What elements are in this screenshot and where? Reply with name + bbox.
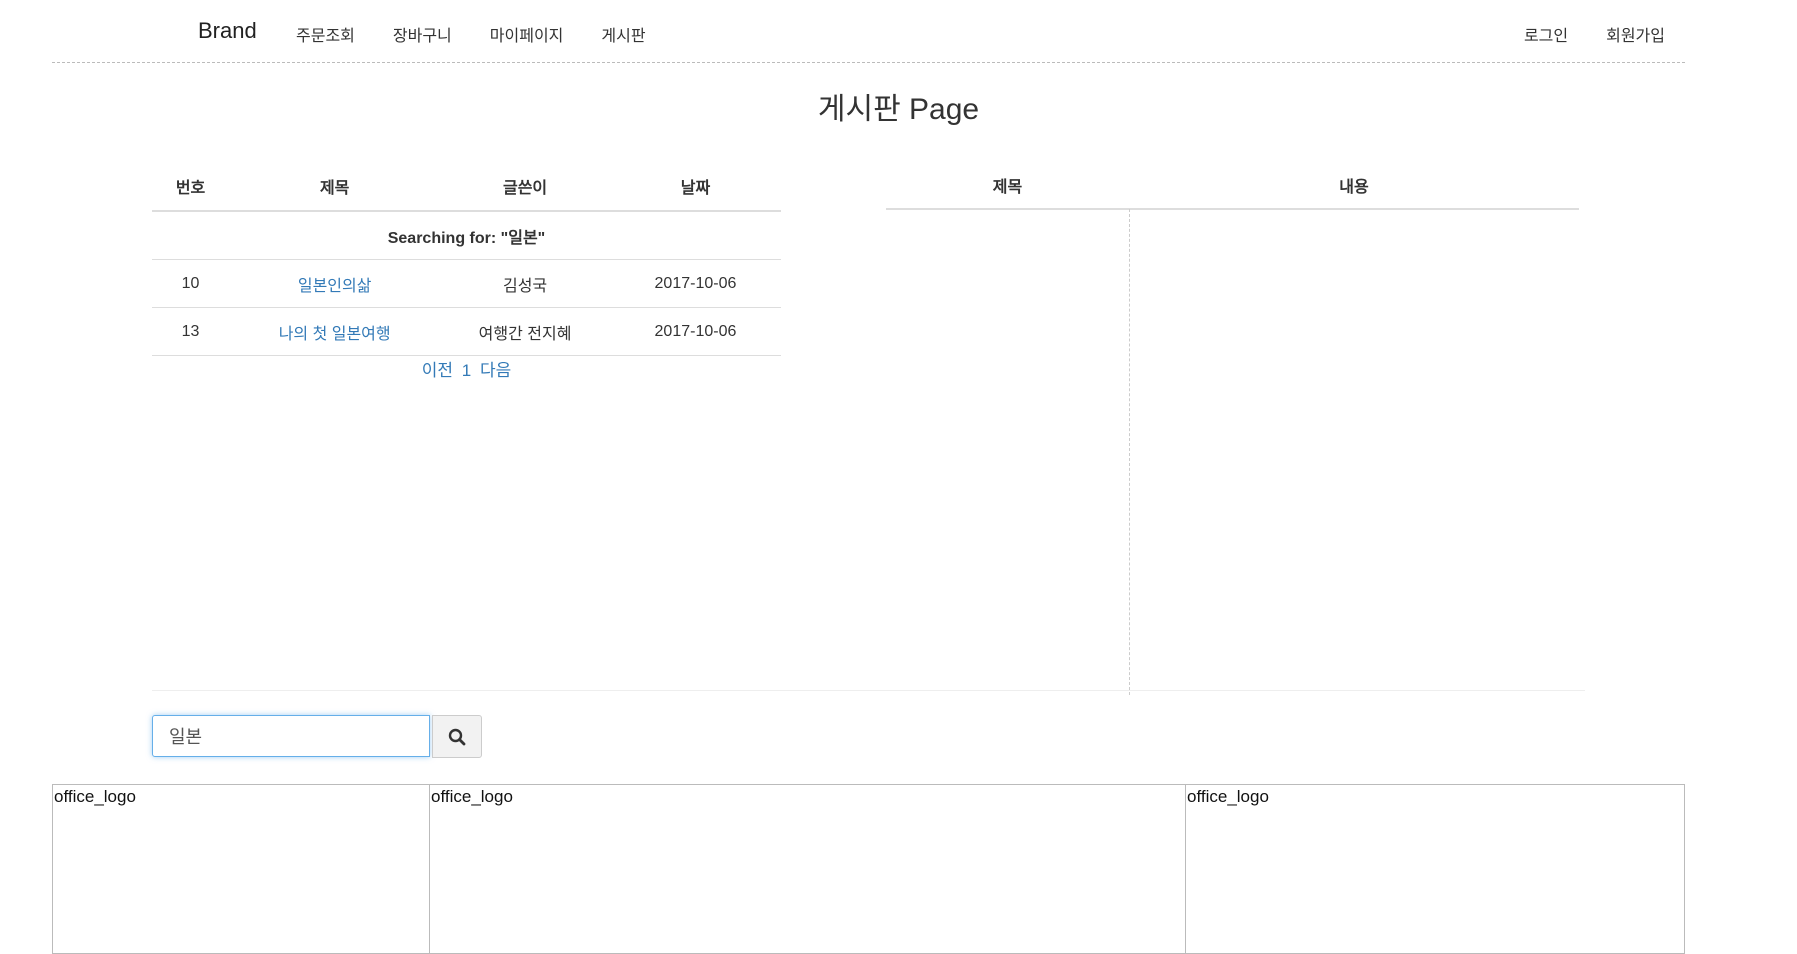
- section-divider: [152, 690, 1585, 691]
- preview-divider: [1129, 209, 1130, 695]
- row-author: 여행간 전지혜: [440, 307, 610, 356]
- office-logo-alt: office_logo: [431, 787, 513, 806]
- header-title: 제목: [229, 162, 441, 212]
- nav-left: 주문조회 장바구니 마이페이지 게시판: [296, 22, 684, 46]
- nav-signup[interactable]: 회원가입: [1606, 22, 1665, 46]
- nav-mypage[interactable]: 마이페이지: [490, 22, 564, 46]
- office-logo-alt: office_logo: [1187, 787, 1269, 806]
- nav-cart[interactable]: 장바구니: [393, 22, 452, 46]
- nav-login[interactable]: 로그인: [1524, 22, 1568, 46]
- pager-next[interactable]: 다음: [480, 361, 511, 380]
- row-date: 2017-10-06: [609, 307, 781, 356]
- footer-logo-box: office_logo: [1185, 784, 1685, 954]
- search-icon: [448, 728, 466, 745]
- search-status: Searching for: "일본": [152, 210, 781, 260]
- row-number: 13: [152, 307, 230, 356]
- search-input[interactable]: [152, 715, 430, 757]
- nav-board[interactable]: 게시판: [601, 22, 645, 46]
- row-author: 김성국: [440, 259, 610, 308]
- table-row: 13 나의 첫 일본여행 여행간 전지혜 2017-10-06: [152, 307, 781, 356]
- board-table: 번호 제목 글쓴이 날짜 Searching for: "일본" 10 일본인의…: [152, 162, 781, 356]
- row-title-link[interactable]: 나의 첫 일본여행: [279, 326, 391, 343]
- search-button[interactable]: [432, 715, 482, 758]
- table-row: 10 일본인의삶 김성국 2017-10-06: [152, 259, 781, 308]
- pager-page[interactable]: 1: [462, 361, 471, 380]
- header-date: 날짜: [609, 162, 781, 212]
- office-logo-alt: office_logo: [54, 787, 136, 806]
- brand-link[interactable]: Brand: [198, 18, 257, 44]
- pagination: 이전 1 다음: [152, 356, 781, 381]
- row-date: 2017-10-06: [609, 259, 781, 308]
- header-author: 글쓴이: [440, 162, 610, 212]
- preview-header-content: 내용: [1339, 179, 1369, 196]
- row-title-link[interactable]: 일본인의삶: [298, 278, 372, 295]
- footer-logo-box: office_logo: [429, 784, 1186, 954]
- nav-order-lookup[interactable]: 주문조회: [296, 22, 355, 46]
- header-number: 번호: [152, 162, 230, 212]
- pager-prev[interactable]: 이전: [422, 361, 453, 380]
- preview-header: 제목 내용: [886, 162, 1579, 210]
- preview-header-title: 제목: [992, 179, 1023, 196]
- nav-right: 로그인 회원가입: [1486, 22, 1665, 46]
- page-title: 게시판 Page: [817, 93, 980, 126]
- row-number: 10: [152, 259, 230, 308]
- navbar: Brand 주문조회 장바구니 마이페이지 게시판 로그인 회원가입: [52, 0, 1685, 63]
- footer-logo-box: office_logo: [52, 784, 430, 954]
